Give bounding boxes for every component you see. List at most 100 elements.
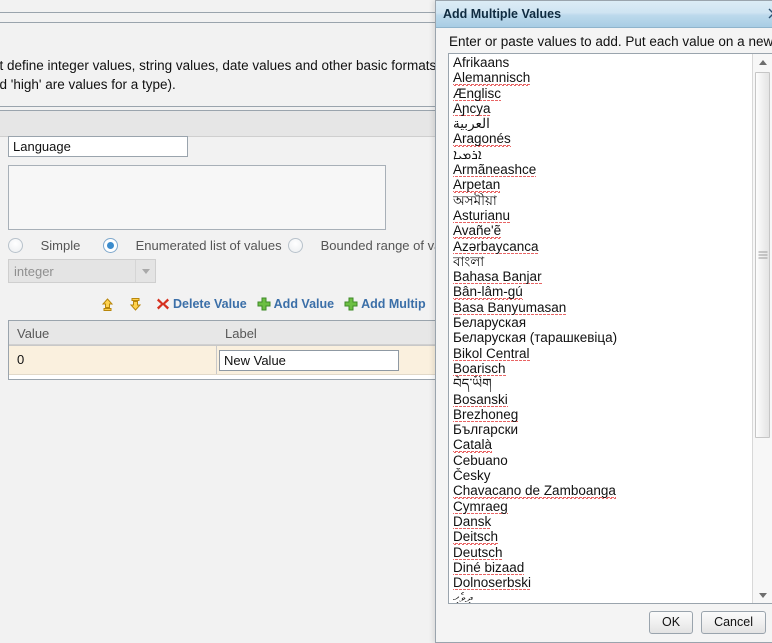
type-description-line-1: at define integer values, string values,…	[0, 58, 471, 73]
scrollbar-thumb[interactable]	[755, 72, 770, 438]
chevron-down-icon	[135, 260, 155, 282]
textarea-line-text: Cebuano	[453, 452, 508, 468]
table-row[interactable]: 0	[9, 346, 439, 375]
close-icon[interactable]	[765, 5, 772, 22]
textarea-line-text: Bahasa Banjar	[453, 269, 542, 285]
scroll-up-icon[interactable]	[753, 54, 772, 70]
textarea-scrollbar[interactable]	[752, 54, 772, 603]
type-description-text: at define integer values, string values,…	[0, 56, 471, 94]
textarea-line-text: অসমীয়া	[453, 192, 497, 208]
values-textarea-content[interactable]: Afrikaans Alemannisch Ænglisc Aɲcya العربية A…	[449, 54, 751, 603]
scroll-down-icon[interactable]	[753, 587, 772, 603]
label-cell-input[interactable]	[219, 349, 399, 371]
textarea-line-text: Basa Banyumasan	[453, 299, 567, 316]
section-divider-1	[0, 106, 440, 107]
textarea-line-text: Ænglisc	[453, 85, 502, 101]
textarea-line-text: Беларуская	[453, 315, 527, 331]
textarea-line: Deitsch	[453, 529, 751, 545]
textarea-line: অসমীয়া	[453, 193, 751, 208]
textarea-line-text: Bikol Central	[453, 345, 530, 361]
move-value-down-button[interactable]	[128, 297, 146, 312]
textarea-line: বাংলা	[453, 254, 751, 269]
textarea-line: Cebuano	[453, 453, 751, 468]
textarea-line: Avañe'ẽ	[453, 223, 751, 239]
textarea-line-text: Arpetan	[453, 177, 501, 193]
textarea-line: Aɲcya	[453, 100, 751, 117]
base-type-select-value: integer	[14, 263, 54, 279]
textarea-line-text: Català	[453, 437, 493, 453]
add-multiple-values-button[interactable]: Add Multip	[344, 297, 426, 311]
textarea-line: Brezhoneg	[453, 406, 751, 423]
add-multiple-values-dialog: Add Multiple Values Enter or paste value…	[435, 0, 772, 643]
textarea-line: Bahasa Banjar	[453, 269, 751, 285]
dialog-button-bar: OK Cancel	[649, 611, 766, 634]
textarea-line: Dansk	[453, 513, 751, 530]
move-down-icon	[128, 297, 143, 312]
dialog-title: Add Multiple Values	[443, 7, 562, 21]
textarea-line-text: Dansk	[453, 513, 492, 530]
textarea-line: Ænglisc	[453, 85, 751, 101]
textarea-line: བོད་ཡིག	[453, 376, 751, 391]
dialog-title-bar[interactable]: Add Multiple Values	[436, 1, 772, 28]
textarea-line-text: Alemannisch	[453, 70, 531, 86]
move-value-up-button[interactable]	[100, 297, 118, 312]
textarea-line: Aragonés	[453, 131, 751, 147]
radio-simple[interactable]: Simple	[8, 238, 80, 256]
cell-label	[217, 349, 439, 371]
column-header-label: Label	[225, 325, 257, 341]
values-table-header: Value Label	[9, 321, 439, 346]
add-value-button[interactable]: Add Value	[257, 297, 334, 311]
textarea-line: Deutsch	[453, 544, 751, 560]
textarea-line: Arpetan	[453, 177, 751, 193]
textarea-line: ދިވެހި	[453, 590, 751, 603]
radio-enumerated-list-label: Enumerated list of values	[135, 238, 282, 253]
textarea-line-text: ދިވެހި	[453, 590, 473, 603]
textarea-line-text: বাংলা	[453, 253, 485, 269]
textarea-line: Afrikaans	[453, 55, 751, 70]
textarea-line: ܐܪܡܝܐ	[453, 147, 751, 162]
form-panel-header	[0, 111, 439, 137]
base-type-select[interactable]: integer	[8, 259, 156, 283]
textarea-line-text: Afrikaans	[453, 55, 510, 70]
radio-bounded-range[interactable]: Bounded range of val	[288, 238, 444, 256]
textarea-line: Català	[453, 437, 751, 453]
textarea-line: Diné bizaad	[453, 559, 751, 576]
type-name-input[interactable]	[8, 136, 188, 157]
textarea-line-text: བོད་ཡིག	[453, 376, 492, 392]
values-textarea[interactable]: Afrikaans Alemannisch Ænglisc Aɲcya العربية A…	[448, 53, 772, 604]
textarea-line: العربية	[453, 116, 751, 131]
radio-simple-indicator	[8, 238, 23, 253]
textarea-line: Armãneashce	[453, 162, 751, 178]
values-table: Value Label 0	[8, 320, 439, 380]
plus-icon	[344, 297, 358, 311]
textarea-line: Dolnoserbski	[453, 575, 751, 591]
plus-icon	[257, 297, 271, 311]
radio-enumerated-list[interactable]: Enumerated list of values	[103, 238, 282, 256]
textarea-line-text: Azərbaycanca	[453, 238, 539, 254]
textarea-line-text: Dolnoserbski	[453, 575, 532, 591]
column-header-value: Value	[17, 325, 50, 341]
delete-value-label: Delete Value	[173, 297, 247, 311]
textarea-line-text: Bân-lâm-gú	[453, 284, 523, 300]
radio-bounded-range-label: Bounded range of val	[320, 238, 445, 253]
cell-value[interactable]: 0	[9, 346, 217, 374]
type-kind-radio-group: Simple Enumerated list of values Bounded…	[8, 238, 448, 258]
type-description-textarea[interactable]	[8, 165, 386, 230]
dialog-instruction-text: Enter or paste values to add. Put each v…	[449, 34, 772, 49]
cancel-button[interactable]: Cancel	[701, 611, 766, 634]
add-value-label: Add Value	[273, 297, 335, 311]
delete-value-button[interactable]: Delete Value	[156, 297, 247, 311]
textarea-line: Cymraeg	[453, 498, 751, 514]
textarea-line: Български	[453, 422, 751, 437]
move-up-icon	[100, 297, 115, 312]
textarea-line: Boarisch	[453, 360, 751, 377]
textarea-line-text: Aɲcya	[453, 100, 491, 117]
ok-button[interactable]: OK	[649, 611, 694, 634]
textarea-line-text: Avañe'ẽ	[453, 223, 502, 239]
textarea-line-text: ܐܪܡܝܐ	[453, 146, 482, 162]
textarea-line-text: Armãneashce	[453, 162, 537, 178]
textarea-line-text: Diné bizaad	[453, 559, 525, 576]
textarea-line: Chavacano de Zamboanga	[453, 483, 751, 499]
textarea-line-text: Česky	[453, 468, 491, 484]
textarea-line: Alemannisch	[453, 70, 751, 86]
